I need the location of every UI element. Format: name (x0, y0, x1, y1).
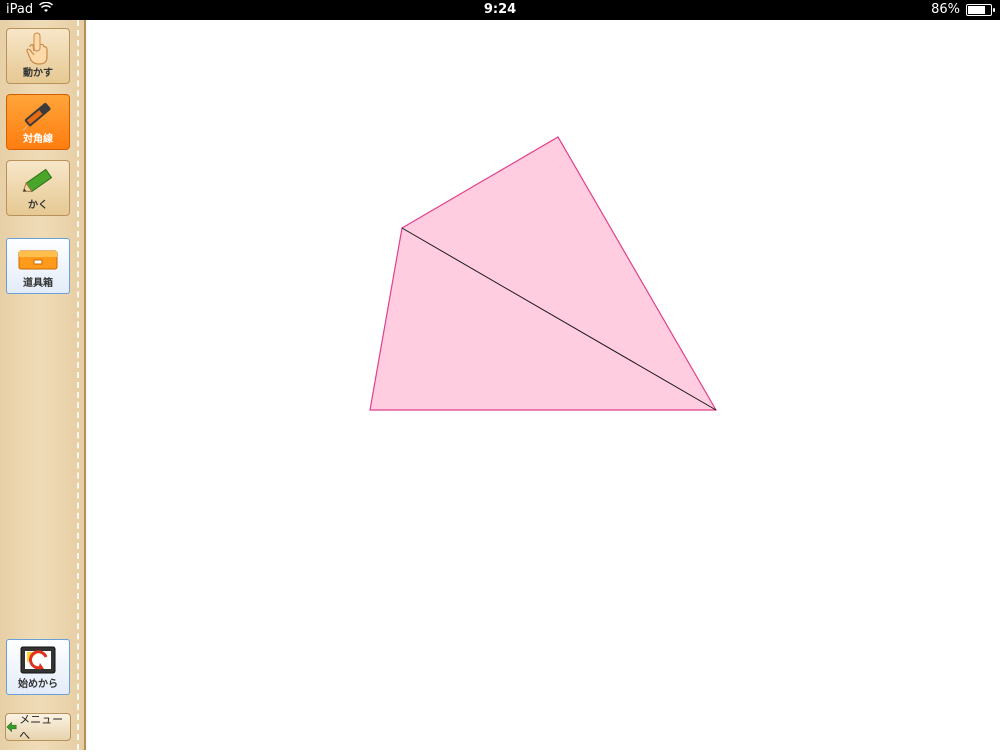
toolbox-label: 道具箱 (23, 278, 53, 289)
restart-button[interactable]: 始めから (6, 639, 70, 695)
drawing-canvas[interactable] (86, 20, 1000, 750)
canvas-svg (369, 136, 718, 411)
status-right: 86% (931, 2, 995, 17)
sidebar-stitch-decoration (77, 20, 79, 750)
status-time: 9:24 (483, 2, 517, 17)
menu-label: メニューへ (19, 713, 64, 742)
green-arrow-left-icon (6, 721, 17, 733)
cutter-knife-icon (22, 102, 51, 131)
quadrilateral-shape[interactable] (369, 136, 718, 411)
toolbox-button[interactable]: 道具箱 (6, 238, 70, 294)
restart-label: 始めから (18, 679, 58, 690)
pencil-icon (22, 168, 53, 192)
status-bar: iPad 9:24 86% (0, 0, 1000, 20)
hand-pointer-icon (26, 32, 48, 65)
toolbox-drawer-icon (18, 250, 58, 269)
draw-tool-label: かく (28, 200, 48, 211)
battery-icon (966, 3, 995, 16)
diagonal-tool-button[interactable]: 対角線 (6, 94, 70, 150)
tool-sidebar: 動かす 対角線 かく 道具箱 始めから メニューへ (0, 20, 86, 750)
battery-fill (968, 5, 985, 14)
diagonal-tool-label: 対角線 (23, 134, 53, 145)
battery-percent: 86% (931, 2, 960, 17)
move-tool-label: 動かす (23, 68, 53, 79)
draw-tool-button[interactable]: かく (6, 160, 70, 216)
restart-icon (20, 646, 56, 673)
move-tool-button[interactable]: 動かす (6, 28, 70, 84)
menu-button[interactable]: メニューへ (5, 713, 71, 742)
